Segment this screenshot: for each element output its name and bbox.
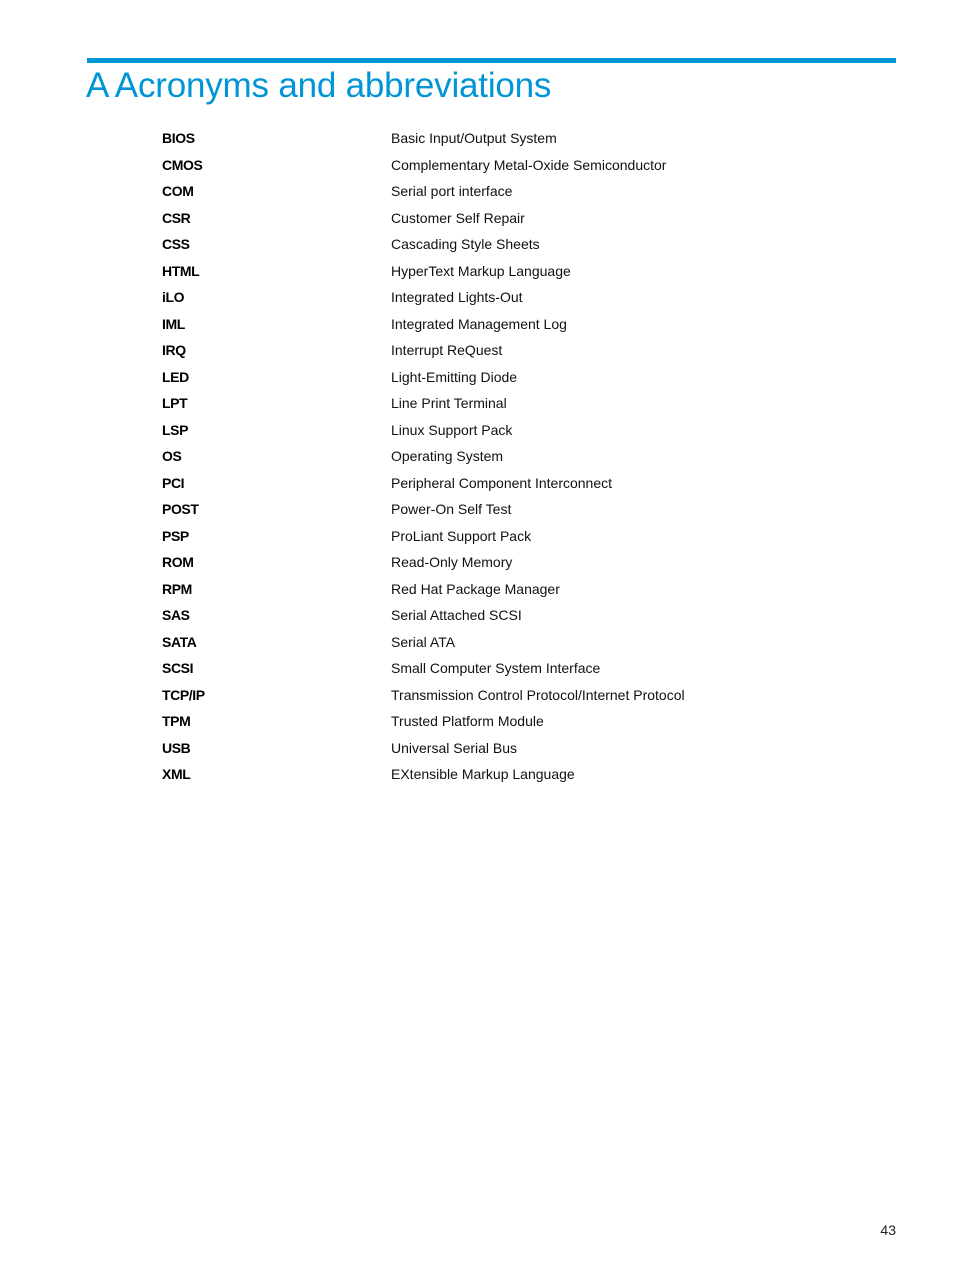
acronym-definition: Serial Attached SCSI (391, 607, 522, 623)
acronym-definition: ProLiant Support Pack (391, 527, 532, 544)
acronym-term: SCSI (162, 660, 194, 676)
acronym-term: iLO (162, 289, 185, 305)
page-number: 43 (880, 1222, 896, 1238)
acronym-definition: Integrated Management Log (391, 315, 567, 332)
acronym-definition: Trusted Platform Module (391, 713, 544, 729)
acronym-term: XML (162, 766, 191, 782)
acronym-definition: Basic Input/Output System (391, 130, 557, 146)
acronym-definition: HyperText Markup Language (391, 262, 571, 279)
page-title: A Acronyms and abbreviations (86, 66, 552, 105)
acronym-definition: Serial port interface (391, 183, 513, 199)
acronym-definition: Customer Self Repair (391, 209, 525, 226)
acronym-definition: Serial ATA (391, 633, 456, 650)
acronym-definition: Transmission Control Protocol/Internet P… (391, 686, 685, 703)
acronym-term: USB (162, 739, 191, 756)
acronym-term: CSR (162, 209, 191, 226)
acronym-term: OS (162, 448, 182, 464)
acronym-term: SATA (162, 633, 197, 650)
acronym-term: LPT (162, 395, 188, 411)
acronym-term: RPM (162, 580, 192, 597)
acronym-term: PCI (162, 474, 185, 491)
acronym-term: PSP (162, 527, 189, 544)
acronym-term: CMOS (162, 156, 203, 173)
acronym-term: TCP/IP (162, 686, 205, 703)
acronym-term: LSP (162, 421, 189, 438)
acronym-definition: Integrated Lights-Out (391, 289, 523, 305)
acronym-term: ROM (162, 554, 194, 570)
acronym-definition: Complementary Metal-Oxide Semiconductor (391, 156, 667, 173)
acronym-definition: Power-On Self Test (391, 501, 512, 517)
acronym-term: COM (162, 183, 194, 199)
acronym-definition: Red Hat Package Manager (391, 580, 560, 597)
acronym-definition: Light-Emitting Diode (391, 368, 518, 385)
acronym-definition: Universal Serial Bus (391, 739, 518, 756)
acronym-term: POST (162, 501, 199, 517)
acronym-definition: Interrupt ReQuest (391, 342, 503, 358)
acronym-term: HTML (162, 262, 200, 279)
acronym-definition: Small Computer System Interface (391, 660, 601, 676)
acronym-term: IRQ (162, 342, 186, 358)
acronym-definition: Read-Only Memory (391, 554, 513, 570)
acronym-term: CSS (162, 236, 190, 252)
acronym-term: TPM (162, 713, 191, 729)
acronym-term: SAS (162, 607, 190, 623)
acronym-definition: Line Print Terminal (391, 395, 507, 411)
acronym-term: IML (162, 315, 185, 332)
heading-rule (87, 58, 896, 63)
acronym-definition: EXtensible Markup Language (391, 766, 575, 782)
acronym-definition: Cascading Style Sheets (391, 236, 540, 252)
acronym-term: BIOS (162, 130, 195, 146)
acronym-definition: Peripheral Component Interconnect (391, 474, 613, 491)
acronym-definition: Operating System (391, 448, 504, 464)
acronym-term: LED (162, 368, 189, 385)
acronym-definition: Linux Support Pack (391, 421, 513, 438)
